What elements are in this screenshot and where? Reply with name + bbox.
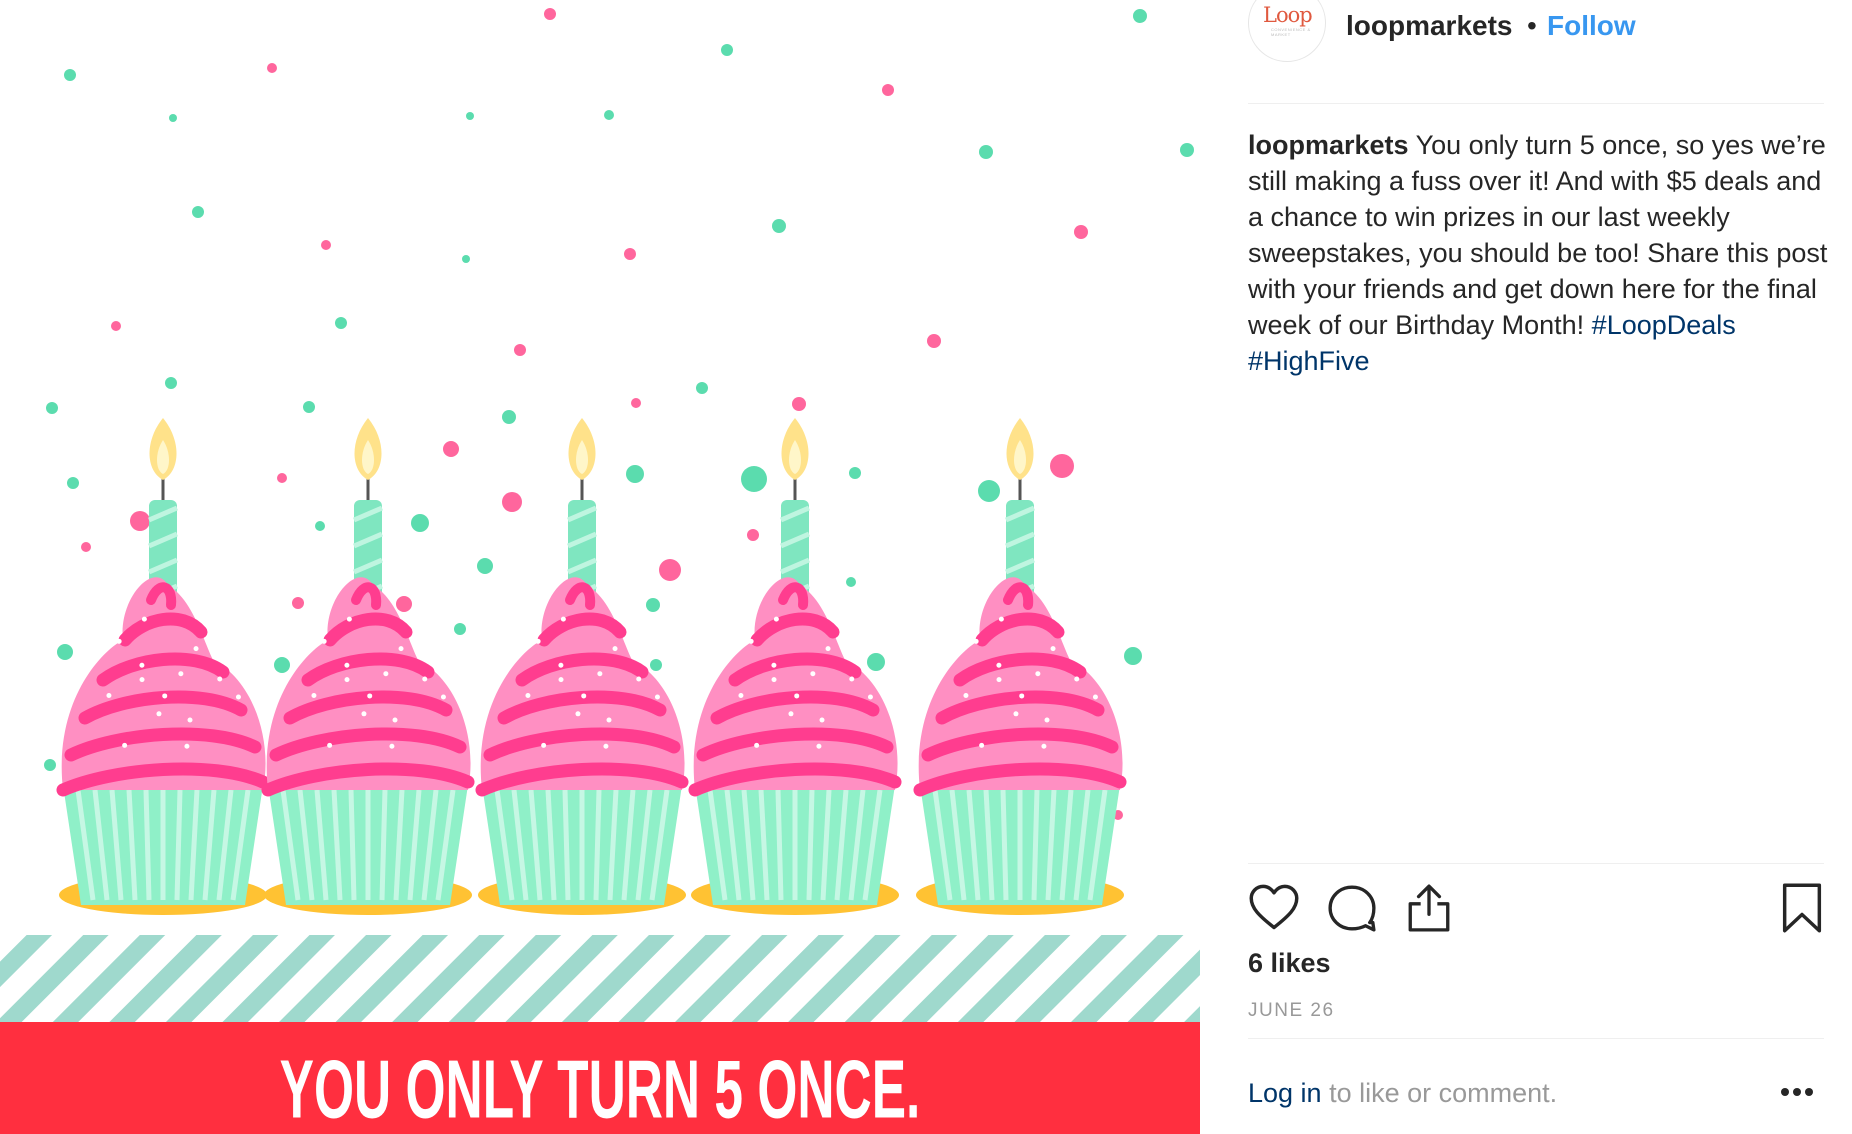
login-prompt-text: to like or comment.: [1321, 1078, 1558, 1108]
header-divider: [1248, 103, 1824, 104]
post-image[interactable]: YOU ONLY TURN 5 ONCE.: [0, 0, 1200, 1134]
footer-divider: [1248, 1038, 1824, 1039]
hashtag-highfive[interactable]: #HighFive: [1248, 346, 1370, 376]
avatar[interactable]: Loop CONVENIENCE & MARKET: [1248, 0, 1326, 62]
post-date: JUNE 26: [1248, 1000, 1335, 1021]
header-username[interactable]: loopmarkets: [1346, 10, 1513, 42]
bookmark-icon[interactable]: [1780, 882, 1824, 934]
striped-band: [0, 935, 1200, 1025]
comment-icon[interactable]: [1327, 882, 1377, 934]
avatar-logo: Loop: [1263, 3, 1313, 27]
follow-button[interactable]: Follow: [1547, 10, 1636, 42]
header-separator: •: [1527, 10, 1537, 41]
heart-icon[interactable]: [1248, 882, 1300, 934]
caption: loopmarkets You only turn 5 once, so yes…: [1248, 127, 1838, 379]
login-link[interactable]: Log in: [1248, 1078, 1322, 1108]
post-sidebar: Loop CONVENIENCE & MARKET loopmarkets • …: [1200, 0, 1852, 1134]
caption-text: You only turn 5 once, so yes we’re still…: [1248, 130, 1828, 340]
login-prompt: Log in to like or comment.: [1248, 1078, 1557, 1109]
actions-divider: [1248, 863, 1824, 864]
more-options-icon[interactable]: [1780, 1086, 1814, 1098]
likes-count[interactable]: 6 likes: [1248, 948, 1331, 979]
share-icon[interactable]: [1404, 882, 1454, 934]
caption-username[interactable]: loopmarkets: [1248, 130, 1409, 160]
hashtag-loopdeals[interactable]: #LoopDeals: [1592, 310, 1736, 340]
avatar-subtitle: CONVENIENCE & MARKET: [1271, 27, 1311, 37]
banner-text: YOU ONLY TURN 5 ONCE.: [280, 1043, 921, 1134]
